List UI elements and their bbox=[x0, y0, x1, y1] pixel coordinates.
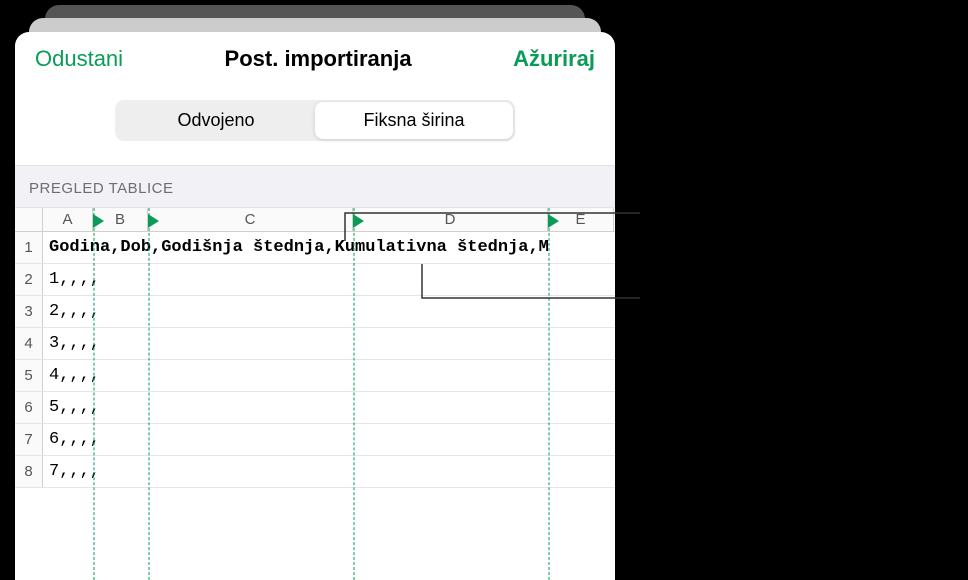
row-number: 3 bbox=[15, 296, 43, 327]
row-number: 1 bbox=[15, 232, 43, 263]
col-header-a[interactable]: A bbox=[43, 208, 93, 231]
column-divider[interactable] bbox=[148, 208, 150, 580]
segment-delimited[interactable]: Odvojeno bbox=[117, 102, 315, 139]
row-number: 2 bbox=[15, 264, 43, 295]
table-row: 76,,,, bbox=[15, 424, 615, 456]
column-width-handle-icon[interactable] bbox=[353, 214, 364, 228]
table-row: 65,,,, bbox=[15, 392, 615, 424]
row-content: Godina,Dob,Godišnja štednja,Kumulativna … bbox=[43, 232, 615, 263]
column-width-handle-icon[interactable] bbox=[148, 214, 159, 228]
update-button[interactable]: Ažuriraj bbox=[513, 46, 595, 72]
table-row: 43,,,, bbox=[15, 328, 615, 360]
table-row: 54,,,, bbox=[15, 360, 615, 392]
column-divider[interactable] bbox=[548, 208, 550, 580]
col-header-d[interactable]: D bbox=[353, 208, 548, 231]
row-content: 6,,,, bbox=[43, 424, 615, 455]
row-content: 4,,,, bbox=[43, 360, 615, 391]
table-row: 32,,,, bbox=[15, 296, 615, 328]
col-header-c[interactable]: C bbox=[148, 208, 353, 231]
table-row: 1Godina,Dob,Godišnja štednja,Kumulativna… bbox=[15, 232, 615, 264]
row-content: 3,,,, bbox=[43, 328, 615, 359]
row-number: 8 bbox=[15, 456, 43, 487]
annotation-tap: Dodirnite za dodavanje novog stupca. bbox=[640, 263, 960, 323]
row-number: 7 bbox=[15, 424, 43, 455]
row-number: 5 bbox=[15, 360, 43, 391]
mode-segmented-control[interactable]: Odvojeno Fiksna širina bbox=[115, 100, 515, 141]
column-width-handle-icon[interactable] bbox=[93, 214, 104, 228]
row-content: 7,,,, bbox=[43, 456, 615, 487]
column-divider[interactable] bbox=[353, 208, 355, 580]
table-row: 21,,,, bbox=[15, 264, 615, 296]
row-content: 2,,,, bbox=[43, 296, 615, 327]
annotation-drag: Povucite za podešenje širine stupca. bbox=[640, 185, 960, 245]
table-preview[interactable]: ABCDE 1Godina,Dob,Godišnja štednja,Kumul… bbox=[15, 208, 615, 580]
import-settings-modal: Odustani Post. importiranja Ažuriraj Odv… bbox=[15, 32, 615, 580]
segment-fixed-width[interactable]: Fiksna širina bbox=[315, 102, 513, 139]
table-row: 87,,,, bbox=[15, 456, 615, 488]
column-width-handle-icon[interactable] bbox=[548, 214, 559, 228]
row-content: 1,,,, bbox=[43, 264, 615, 295]
row-number: 4 bbox=[15, 328, 43, 359]
row-number: 6 bbox=[15, 392, 43, 423]
modal-title: Post. importiranja bbox=[225, 46, 412, 72]
column-divider[interactable] bbox=[93, 208, 95, 580]
row-content: 5,,,, bbox=[43, 392, 615, 423]
table-preview-label: PREGLED TABLICE bbox=[15, 165, 615, 208]
cancel-button[interactable]: Odustani bbox=[35, 46, 123, 72]
